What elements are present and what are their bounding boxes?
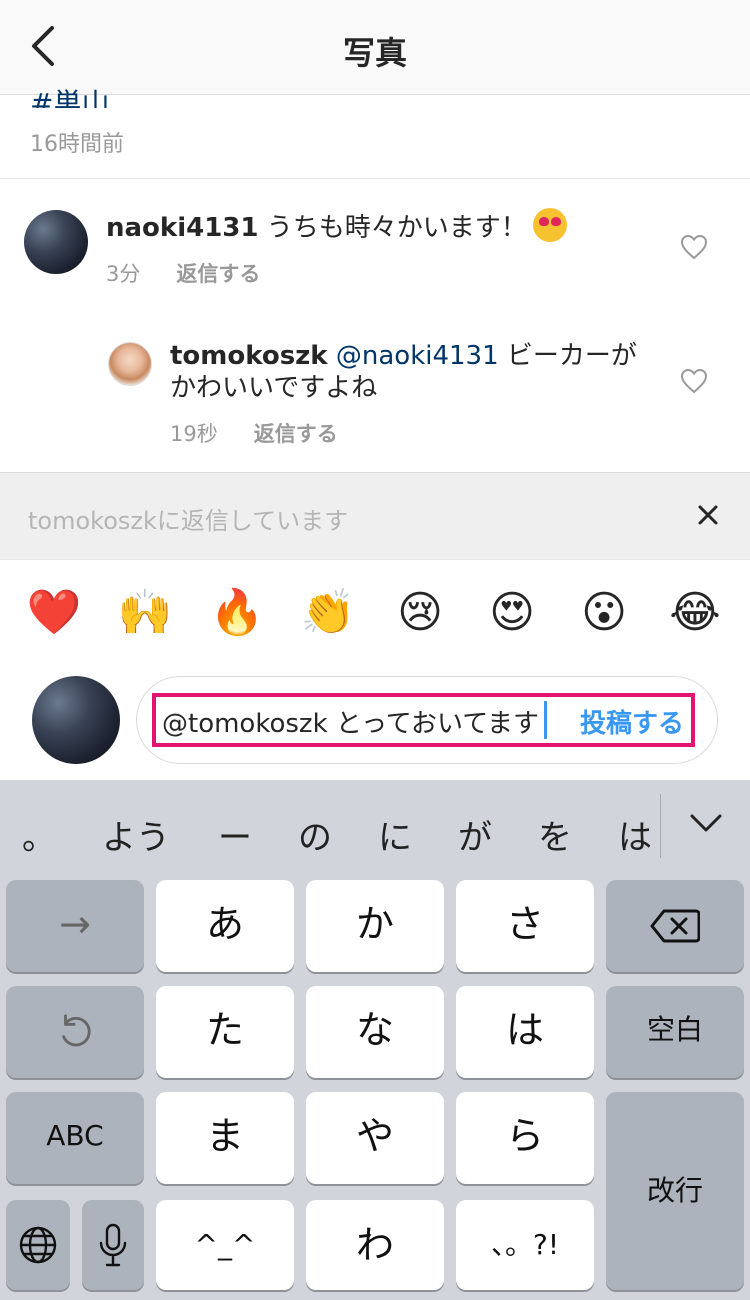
nav-header: 写真 (0, 0, 750, 95)
mention-link[interactable]: @naoki4131 (336, 341, 499, 371)
emoji-tears-of-joy[interactable]: 😂 (665, 588, 725, 638)
undo-icon (62, 1014, 91, 1047)
kana-key-ya[interactable]: や (306, 1092, 444, 1184)
candidate[interactable]: は (618, 810, 652, 859)
emoji-heart-eyes[interactable]: 😍 (482, 588, 542, 638)
candidate[interactable]: に (378, 810, 412, 859)
kana-key-a[interactable]: あ (156, 880, 294, 972)
candidate[interactable]: を (538, 810, 572, 859)
divider (0, 178, 750, 179)
emoticon-key[interactable]: ^_^ (156, 1200, 294, 1290)
comment-meta: 3分 返信する (106, 258, 260, 288)
space-key[interactable]: 空白 (606, 986, 744, 1078)
undo-key[interactable] (6, 986, 144, 1078)
candidate-bar: 。 よう ー の に が を は (0, 780, 750, 880)
japanese-keyboard: 。 よう ー の に が を は → あ か さ た な は 空白 ABC ま … (0, 780, 750, 1300)
key-label: な (355, 1008, 394, 1052)
hashtag-link[interactable]: #巣山 (30, 82, 109, 108)
kana-key-wa[interactable]: わ (306, 1200, 444, 1290)
emoji-heart[interactable]: ❤️ (24, 588, 84, 638)
chevron-down-icon[interactable] (688, 808, 724, 838)
comment-body: うちも時々かいます！ (266, 213, 527, 243)
close-icon[interactable] (696, 503, 720, 527)
replying-to-bar: tomokoszkに返信しています (0, 472, 750, 560)
globe-icon (19, 1226, 57, 1264)
heart-eyes-emoji (532, 208, 567, 242)
comment-body-line1: ビーカーが (506, 341, 637, 371)
abc-key[interactable]: ABC (6, 1092, 144, 1184)
kana-key-ta[interactable]: た (156, 986, 294, 1078)
key-label: 空白 (646, 1013, 703, 1046)
text-caret (544, 701, 547, 739)
replying-to-text: tomokoszkに返信しています (28, 507, 349, 535)
emoji-clapping[interactable]: 👏 (298, 588, 358, 638)
key-label: さ (505, 902, 544, 946)
emoji-raising-hands[interactable]: 🙌 (115, 588, 175, 638)
candidate[interactable]: よう (102, 810, 170, 859)
emoji-fire[interactable]: 🔥 (207, 588, 267, 638)
key-label: わ (355, 1223, 394, 1267)
comment-time: 19秒 (170, 422, 218, 446)
kana-key-ra[interactable]: ら (456, 1092, 594, 1184)
key-label: 、。?! (490, 1228, 560, 1261)
kana-key-na[interactable]: な (306, 986, 444, 1078)
key-label: や (355, 1114, 394, 1158)
return-key[interactable]: 改行 (606, 1092, 744, 1290)
backspace-key[interactable] (606, 880, 744, 972)
heart-icon[interactable] (680, 368, 708, 394)
comment-username[interactable]: tomokoszk (170, 341, 328, 371)
reply-comment: tomokoszk @naoki4131 ビーカーが かわいいですよね (170, 340, 637, 404)
comment-input-value[interactable]: @tomokoszk とっておいてます (162, 703, 539, 740)
reply-button[interactable]: 返信する (254, 422, 338, 446)
comment-body-line2: かわいいですよね (170, 373, 378, 403)
candidate[interactable]: 。 (22, 810, 56, 859)
key-label: 改行 (646, 1174, 703, 1207)
kana-key-ma[interactable]: ま (156, 1092, 294, 1184)
key-label: た (205, 1008, 244, 1052)
post-timestamp: 16時間前 (30, 132, 124, 157)
key-label: ま (205, 1114, 244, 1158)
kana-key-ha[interactable]: は (456, 986, 594, 1078)
current-user-avatar (32, 676, 120, 764)
comment: naoki4131 うちも時々かいます！ (106, 208, 567, 244)
key-label: ら (505, 1114, 544, 1158)
emoji-crying[interactable]: 😢 (390, 588, 450, 638)
reply-button[interactable]: 返信する (176, 262, 260, 286)
microphone-key[interactable] (82, 1200, 144, 1290)
avatar[interactable] (24, 210, 88, 274)
avatar[interactable] (108, 342, 152, 386)
page-title: 写真 (342, 34, 407, 72)
heart-icon[interactable] (680, 234, 708, 260)
key-label: か (355, 902, 394, 946)
post-button[interactable]: 投稿する (580, 703, 684, 740)
divider (660, 794, 661, 858)
key-label: は (505, 1008, 544, 1052)
comment-meta: 19秒 返信する (170, 418, 338, 448)
quick-emoji-bar: ❤️ 🙌 🔥 👏 😢 😍 😮 😂 (0, 580, 750, 650)
key-label: あ (205, 902, 244, 946)
kana-key-ka[interactable]: か (306, 880, 444, 972)
candidate[interactable]: の (298, 810, 332, 859)
emoji-surprised[interactable]: 😮 (574, 588, 634, 638)
microphone-icon (99, 1223, 127, 1267)
kana-key-sa[interactable]: さ (456, 880, 594, 972)
candidate[interactable]: が (458, 810, 492, 859)
comment-time: 3分 (106, 262, 141, 286)
key-label: ABC (46, 1119, 104, 1152)
comment-username[interactable]: naoki4131 (106, 213, 258, 243)
globe-key[interactable] (6, 1200, 70, 1290)
candidate[interactable]: ー (218, 810, 252, 859)
arrow-right-key[interactable]: → (6, 880, 144, 972)
backspace-icon (650, 909, 700, 943)
punctuation-key[interactable]: 、。?! (456, 1200, 594, 1290)
key-label: → (59, 902, 91, 946)
key-label: ^_^ (194, 1228, 256, 1261)
